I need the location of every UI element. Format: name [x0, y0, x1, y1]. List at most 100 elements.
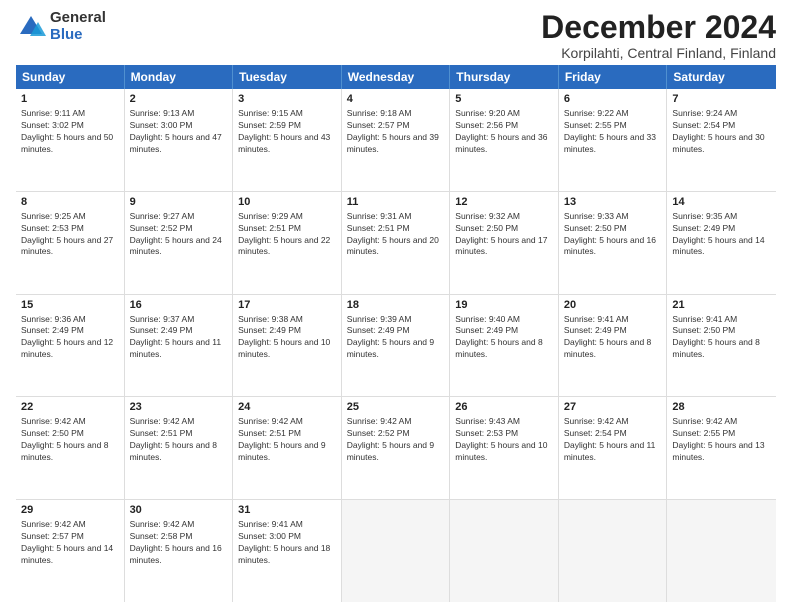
day-number: 4: [347, 92, 445, 107]
day-number: 19: [455, 298, 553, 313]
cal-cell: 30Sunrise: 9:42 AM Sunset: 2:58 PM Dayli…: [125, 500, 234, 602]
day-info: Sunrise: 9:20 AM Sunset: 2:56 PM Dayligh…: [455, 108, 553, 156]
day-number: 7: [672, 92, 771, 107]
day-number: 8: [21, 195, 119, 210]
cal-cell: 28Sunrise: 9:42 AM Sunset: 2:55 PM Dayli…: [667, 397, 776, 499]
day-info: Sunrise: 9:36 AM Sunset: 2:49 PM Dayligh…: [21, 314, 119, 362]
main-title: December 2024: [541, 10, 776, 45]
cal-cell: [342, 500, 451, 602]
day-number: 21: [672, 298, 771, 313]
subtitle: Korpilahti, Central Finland, Finland: [541, 45, 776, 61]
day-number: 2: [130, 92, 228, 107]
day-info: Sunrise: 9:42 AM Sunset: 2:51 PM Dayligh…: [130, 416, 228, 464]
day-info: Sunrise: 9:40 AM Sunset: 2:49 PM Dayligh…: [455, 314, 553, 362]
cal-header-sunday: Sunday: [16, 65, 125, 89]
cal-cell: 26Sunrise: 9:43 AM Sunset: 2:53 PM Dayli…: [450, 397, 559, 499]
cal-cell: 6Sunrise: 9:22 AM Sunset: 2:55 PM Daylig…: [559, 89, 668, 191]
logo-icon: [16, 12, 46, 42]
cal-cell: 25Sunrise: 9:42 AM Sunset: 2:52 PM Dayli…: [342, 397, 451, 499]
cal-cell: 1Sunrise: 9:11 AM Sunset: 3:02 PM Daylig…: [16, 89, 125, 191]
day-info: Sunrise: 9:33 AM Sunset: 2:50 PM Dayligh…: [564, 211, 662, 259]
day-number: 28: [672, 400, 771, 415]
cal-cell: 16Sunrise: 9:37 AM Sunset: 2:49 PM Dayli…: [125, 295, 234, 397]
day-info: Sunrise: 9:42 AM Sunset: 2:52 PM Dayligh…: [347, 416, 445, 464]
day-info: Sunrise: 9:13 AM Sunset: 3:00 PM Dayligh…: [130, 108, 228, 156]
day-info: Sunrise: 9:41 AM Sunset: 2:49 PM Dayligh…: [564, 314, 662, 362]
day-info: Sunrise: 9:42 AM Sunset: 2:54 PM Dayligh…: [564, 416, 662, 464]
day-info: Sunrise: 9:15 AM Sunset: 2:59 PM Dayligh…: [238, 108, 336, 156]
cal-cell: 17Sunrise: 9:38 AM Sunset: 2:49 PM Dayli…: [233, 295, 342, 397]
day-info: Sunrise: 9:42 AM Sunset: 2:51 PM Dayligh…: [238, 416, 336, 464]
cal-cell: 9Sunrise: 9:27 AM Sunset: 2:52 PM Daylig…: [125, 192, 234, 294]
cal-header-thursday: Thursday: [450, 65, 559, 89]
title-block: December 2024 Korpilahti, Central Finlan…: [541, 10, 776, 61]
day-number: 22: [21, 400, 119, 415]
cal-cell: 24Sunrise: 9:42 AM Sunset: 2:51 PM Dayli…: [233, 397, 342, 499]
day-number: 11: [347, 195, 445, 210]
day-number: 1: [21, 92, 119, 107]
day-number: 12: [455, 195, 553, 210]
cal-cell: 4Sunrise: 9:18 AM Sunset: 2:57 PM Daylig…: [342, 89, 451, 191]
cal-cell: 31Sunrise: 9:41 AM Sunset: 3:00 PM Dayli…: [233, 500, 342, 602]
cal-cell: 19Sunrise: 9:40 AM Sunset: 2:49 PM Dayli…: [450, 295, 559, 397]
day-info: Sunrise: 9:27 AM Sunset: 2:52 PM Dayligh…: [130, 211, 228, 259]
day-info: Sunrise: 9:42 AM Sunset: 2:55 PM Dayligh…: [672, 416, 771, 464]
day-number: 10: [238, 195, 336, 210]
day-number: 25: [347, 400, 445, 415]
day-number: 24: [238, 400, 336, 415]
cal-cell: 13Sunrise: 9:33 AM Sunset: 2:50 PM Dayli…: [559, 192, 668, 294]
cal-cell: [559, 500, 668, 602]
day-info: Sunrise: 9:25 AM Sunset: 2:53 PM Dayligh…: [21, 211, 119, 259]
day-number: 14: [672, 195, 771, 210]
cal-cell: 27Sunrise: 9:42 AM Sunset: 2:54 PM Dayli…: [559, 397, 668, 499]
day-info: Sunrise: 9:43 AM Sunset: 2:53 PM Dayligh…: [455, 416, 553, 464]
logo-general: General: [50, 10, 106, 27]
logo-blue: Blue: [50, 27, 106, 44]
day-number: 31: [238, 503, 336, 518]
day-info: Sunrise: 9:31 AM Sunset: 2:51 PM Dayligh…: [347, 211, 445, 259]
day-info: Sunrise: 9:22 AM Sunset: 2:55 PM Dayligh…: [564, 108, 662, 156]
cal-cell: 11Sunrise: 9:31 AM Sunset: 2:51 PM Dayli…: [342, 192, 451, 294]
cal-header-saturday: Saturday: [667, 65, 776, 89]
day-number: 9: [130, 195, 228, 210]
calendar-body: 1Sunrise: 9:11 AM Sunset: 3:02 PM Daylig…: [16, 89, 776, 602]
cal-cell: 14Sunrise: 9:35 AM Sunset: 2:49 PM Dayli…: [667, 192, 776, 294]
day-number: 17: [238, 298, 336, 313]
day-info: Sunrise: 9:29 AM Sunset: 2:51 PM Dayligh…: [238, 211, 336, 259]
cal-cell: 7Sunrise: 9:24 AM Sunset: 2:54 PM Daylig…: [667, 89, 776, 191]
cal-cell: 12Sunrise: 9:32 AM Sunset: 2:50 PM Dayli…: [450, 192, 559, 294]
day-number: 26: [455, 400, 553, 415]
cal-cell: 29Sunrise: 9:42 AM Sunset: 2:57 PM Dayli…: [16, 500, 125, 602]
day-number: 6: [564, 92, 662, 107]
day-number: 23: [130, 400, 228, 415]
cal-header-tuesday: Tuesday: [233, 65, 342, 89]
day-info: Sunrise: 9:39 AM Sunset: 2:49 PM Dayligh…: [347, 314, 445, 362]
cal-week-0: 1Sunrise: 9:11 AM Sunset: 3:02 PM Daylig…: [16, 89, 776, 192]
day-number: 16: [130, 298, 228, 313]
day-number: 18: [347, 298, 445, 313]
cal-week-3: 22Sunrise: 9:42 AM Sunset: 2:50 PM Dayli…: [16, 397, 776, 500]
cal-cell: 3Sunrise: 9:15 AM Sunset: 2:59 PM Daylig…: [233, 89, 342, 191]
day-info: Sunrise: 9:32 AM Sunset: 2:50 PM Dayligh…: [455, 211, 553, 259]
day-number: 29: [21, 503, 119, 518]
day-info: Sunrise: 9:18 AM Sunset: 2:57 PM Dayligh…: [347, 108, 445, 156]
day-info: Sunrise: 9:35 AM Sunset: 2:49 PM Dayligh…: [672, 211, 771, 259]
day-info: Sunrise: 9:38 AM Sunset: 2:49 PM Dayligh…: [238, 314, 336, 362]
day-info: Sunrise: 9:37 AM Sunset: 2:49 PM Dayligh…: [130, 314, 228, 362]
day-info: Sunrise: 9:24 AM Sunset: 2:54 PM Dayligh…: [672, 108, 771, 156]
day-number: 13: [564, 195, 662, 210]
logo-text: General Blue: [50, 10, 106, 43]
cal-cell: 5Sunrise: 9:20 AM Sunset: 2:56 PM Daylig…: [450, 89, 559, 191]
cal-week-2: 15Sunrise: 9:36 AM Sunset: 2:49 PM Dayli…: [16, 295, 776, 398]
day-number: 30: [130, 503, 228, 518]
cal-cell: [667, 500, 776, 602]
header: General Blue December 2024 Korpilahti, C…: [16, 10, 776, 61]
day-number: 15: [21, 298, 119, 313]
cal-header-wednesday: Wednesday: [342, 65, 451, 89]
cal-week-4: 29Sunrise: 9:42 AM Sunset: 2:57 PM Dayli…: [16, 500, 776, 602]
cal-cell: 20Sunrise: 9:41 AM Sunset: 2:49 PM Dayli…: [559, 295, 668, 397]
cal-cell: [450, 500, 559, 602]
day-number: 27: [564, 400, 662, 415]
cal-week-1: 8Sunrise: 9:25 AM Sunset: 2:53 PM Daylig…: [16, 192, 776, 295]
day-info: Sunrise: 9:11 AM Sunset: 3:02 PM Dayligh…: [21, 108, 119, 156]
